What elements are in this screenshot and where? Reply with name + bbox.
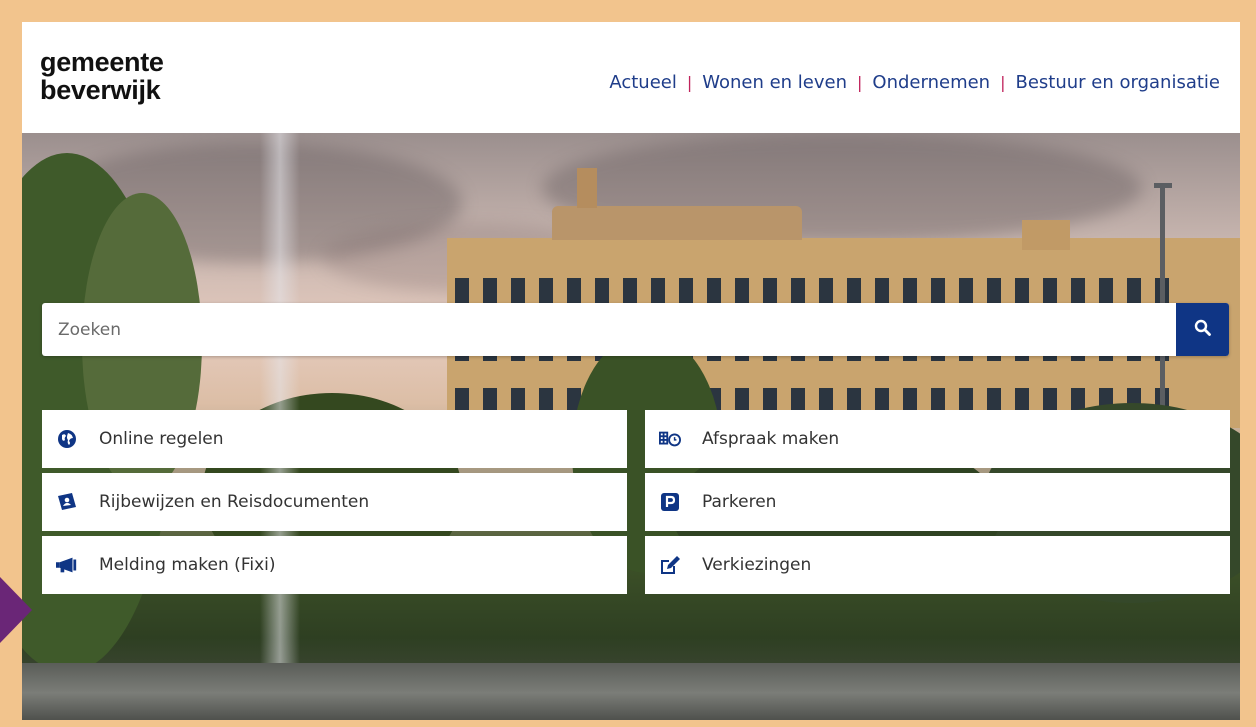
tile-verkiezingen[interactable]: Verkiezingen: [645, 536, 1230, 594]
tile-rijbewijzen-en-reisdocumenten[interactable]: Rijbewijzen en Reisdocumenten: [42, 473, 627, 531]
tile-online-regelen[interactable]: Online regelen: [42, 410, 627, 468]
tile-label: Online regelen: [99, 429, 224, 449]
calendar-clock-icon: [659, 428, 681, 450]
tile-label: Verkiezingen: [702, 555, 812, 575]
nav-item-wonen-en-leven[interactable]: Wonen en leven: [702, 72, 847, 93]
pond: [22, 663, 1240, 720]
tile-label: Melding maken (Fixi): [99, 555, 276, 575]
search-button[interactable]: [1176, 303, 1229, 356]
id-card-icon: [56, 491, 78, 513]
pencil-edit-icon: [659, 554, 681, 576]
tile-melding-maken[interactable]: Melding maken (Fixi): [42, 536, 627, 594]
site-logo[interactable]: gemeente beverwijk: [40, 48, 164, 104]
tile-label: Parkeren: [702, 492, 777, 512]
hero-image: Online regelen Afspraak maken: [22, 133, 1240, 720]
logo-line-1: gemeente: [40, 47, 164, 77]
globe-icon: [56, 428, 78, 450]
search-input[interactable]: [42, 303, 1175, 356]
nav-separator: |: [686, 73, 693, 92]
logo-line-2: beverwijk: [40, 75, 161, 105]
nav-separator: |: [857, 73, 863, 92]
nav-separator: |: [1000, 73, 1006, 92]
tile-afspraak-maken[interactable]: Afspraak maken: [645, 410, 1230, 468]
nav-item-bestuur-en-organisatie[interactable]: Bestuur en organisatie: [1015, 72, 1220, 93]
nav-item-actueel[interactable]: Actueel: [609, 72, 677, 93]
purple-arrow-indicator: [0, 577, 32, 643]
search-icon: [1194, 319, 1211, 340]
tile-label: Afspraak maken: [702, 429, 840, 449]
parking-icon: [659, 491, 681, 513]
megaphone-icon: [56, 554, 78, 576]
tile-parkeren[interactable]: Parkeren: [645, 473, 1230, 531]
tile-label: Rijbewijzen en Reisdocumenten: [99, 492, 370, 512]
site-header: gemeente beverwijk Actueel | Wonen en le…: [22, 22, 1240, 133]
main-nav: Actueel | Wonen en leven | Ondernemen | …: [609, 72, 1220, 93]
search-bar: [42, 303, 1229, 356]
page: gemeente beverwijk Actueel | Wonen en le…: [22, 22, 1240, 720]
nav-item-ondernemen[interactable]: Ondernemen: [872, 72, 990, 93]
